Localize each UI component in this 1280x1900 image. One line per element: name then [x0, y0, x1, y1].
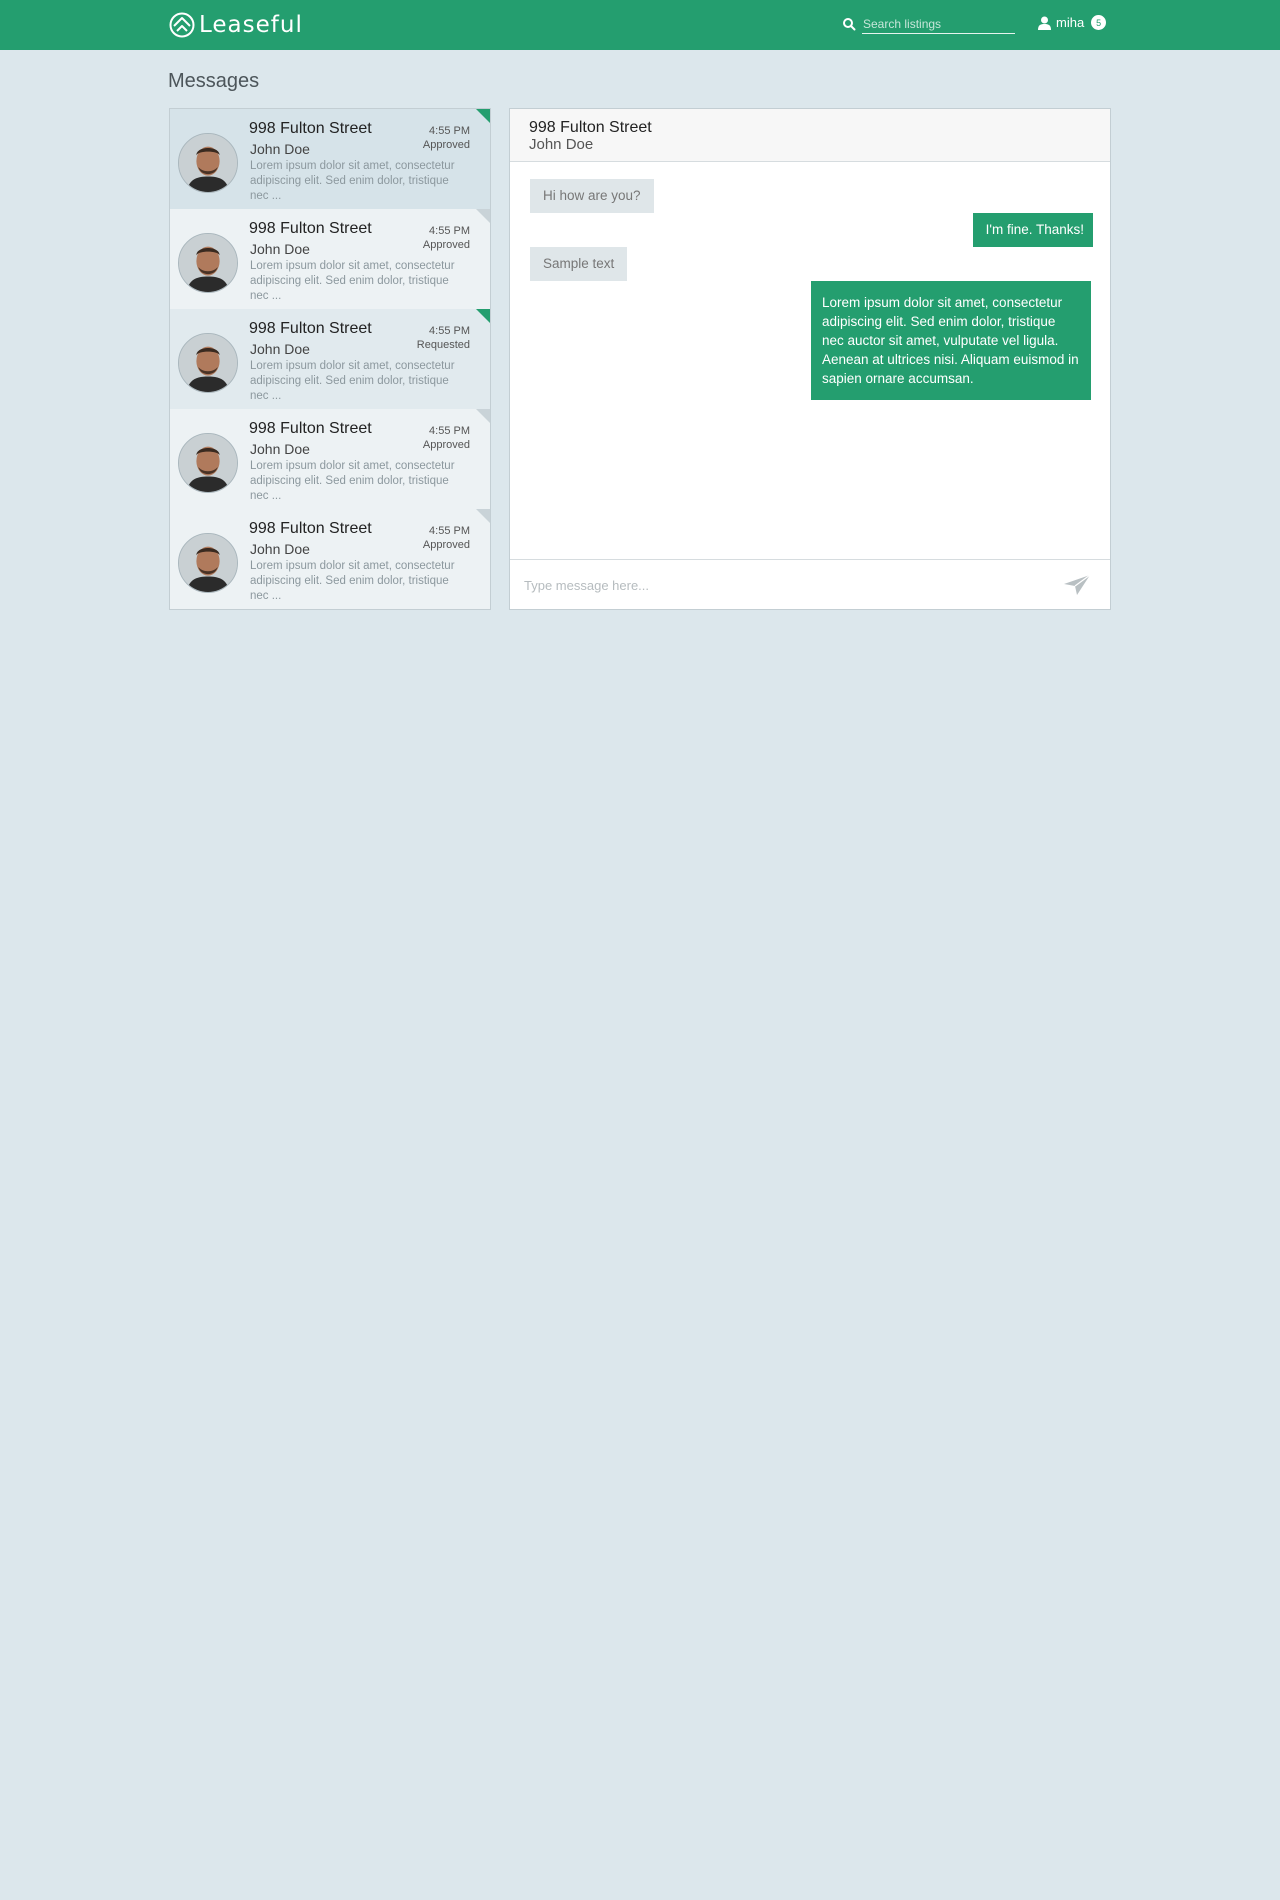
unread-marker	[476, 309, 490, 323]
unread-marker	[476, 109, 490, 123]
conversation-name: John Doe	[250, 441, 310, 457]
conversation-preview: Lorem ipsum dolor sit amet, consectetur …	[250, 160, 455, 202]
conversation-preview: Lorem ipsum dolor sit amet, consectetur …	[250, 460, 455, 502]
incoming-message: Hi how are you?	[530, 179, 654, 213]
conversation-name: John Doe	[250, 141, 310, 157]
conversation-time: 4:55 PM	[429, 425, 470, 437]
avatar	[178, 333, 238, 393]
chat-subtitle: John Doe	[529, 136, 594, 153]
outgoing-message: Lorem ipsum dolor sit amet, consectetur …	[811, 281, 1091, 400]
user-menu[interactable]: miha 5	[1038, 15, 1107, 30]
message-input[interactable]	[524, 574, 1044, 596]
conversation-status: Approved	[422, 439, 470, 451]
conversation-name: John Doe	[250, 341, 310, 357]
read-marker	[476, 509, 490, 523]
conversation-status: Approved	[422, 239, 470, 251]
conversation-title: 998 Fulton Street	[249, 120, 372, 137]
conversation-status: Requested	[416, 339, 470, 351]
conversation-time: 4:55 PM	[429, 525, 470, 537]
conversation-title: 998 Fulton Street	[249, 320, 372, 337]
conversation-name: John Doe	[250, 241, 310, 257]
avatar	[178, 433, 238, 493]
conversation-list: 998 Fulton Street John Doe Lorem ipsum d…	[169, 108, 491, 610]
conversation-title: 998 Fulton Street	[249, 220, 372, 237]
conversation-item[interactable]: 998 Fulton Street John Doe Lorem ipsum d…	[170, 509, 490, 609]
outgoing-message: I'm fine. Thanks!	[972, 213, 1093, 247]
conversation-item[interactable]: 998 Fulton Street John Doe Lorem ipsum d…	[170, 309, 490, 409]
user-icon	[1038, 16, 1051, 30]
logo[interactable]: Leaseful	[169, 11, 303, 39]
conversation-time: 4:55 PM	[429, 325, 470, 337]
conversation-time: 4:55 PM	[429, 225, 470, 237]
chat-title: 998 Fulton Street	[529, 119, 652, 136]
chat-header: 998 Fulton Street John Doe	[510, 109, 1110, 162]
page-title: Messages	[168, 70, 260, 92]
logo-text: Leaseful	[199, 12, 303, 38]
user-name: miha	[1056, 15, 1085, 30]
search-icon[interactable]	[842, 17, 856, 31]
incoming-message: Sample text	[530, 247, 628, 281]
read-marker	[476, 409, 490, 423]
avatar	[178, 133, 238, 193]
search	[842, 14, 1015, 34]
conversation-item[interactable]: 998 Fulton Street John Doe Lorem ipsum d…	[170, 209, 490, 309]
conversation-item[interactable]: 998 Fulton Street John Doe Lorem ipsum d…	[170, 109, 490, 209]
notification-badge[interactable]: 5	[1091, 15, 1107, 30]
avatar	[178, 533, 238, 593]
conversation-item[interactable]: 998 Fulton Street John Doe Lorem ipsum d…	[170, 409, 490, 509]
chat-panel: 998 Fulton Street John Doe Hi how are yo…	[509, 108, 1111, 610]
conversation-status: Approved	[422, 539, 470, 551]
conversation-preview: Lorem ipsum dolor sit amet, consectetur …	[250, 260, 455, 302]
top-bar: Leaseful miha 5	[0, 0, 1280, 50]
conversation-title: 998 Fulton Street	[249, 420, 372, 437]
conversation-title: 998 Fulton Street	[249, 520, 372, 537]
chat-composer	[510, 559, 1110, 609]
send-icon[interactable]	[1063, 574, 1091, 596]
home-logo-icon	[169, 12, 195, 38]
conversation-preview: Lorem ipsum dolor sit amet, consectetur …	[250, 560, 455, 602]
conversation-preview: Lorem ipsum dolor sit amet, consectetur …	[250, 360, 455, 402]
conversation-status: Approved	[422, 139, 470, 151]
conversation-name: John Doe	[250, 541, 310, 557]
conversation-time: 4:55 PM	[429, 125, 470, 137]
avatar	[178, 233, 238, 293]
read-marker	[476, 209, 490, 223]
search-input[interactable]	[862, 14, 1015, 34]
